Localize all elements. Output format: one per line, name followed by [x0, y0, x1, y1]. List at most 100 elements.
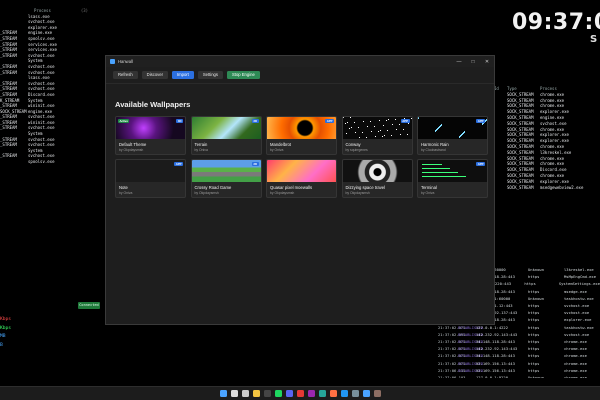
- connection-address: 52.169.156.13:443: [476, 367, 515, 373]
- wallpaper-title: Quasar pixel moewalls: [270, 185, 313, 190]
- hanwall-icon[interactable]: [362, 390, 370, 397]
- connection-state: ESTABLISHED: [458, 339, 484, 345]
- wallpaper-title: Harmonic Rain: [421, 142, 449, 147]
- conway-cell: [407, 123, 409, 124]
- app-icon-1[interactable]: [307, 390, 315, 397]
- connection-time: 21:37:02.071: [438, 339, 466, 345]
- connection-proto: [550, 374, 564, 378]
- conway-cell: [406, 134, 408, 135]
- right-row-process: msedgewebview2.exe: [540, 184, 584, 190]
- spotify-icon[interactable]: [274, 390, 282, 397]
- conway-cell: [383, 135, 385, 136]
- type-badge: APP: [400, 119, 410, 123]
- conway-cell: [382, 125, 384, 126]
- app-icon-4[interactable]: [351, 390, 359, 397]
- conway-cell: [358, 137, 360, 138]
- terminal-line: [422, 164, 442, 165]
- settings-button[interactable]: Settings: [197, 71, 223, 79]
- wallpaper-card[interactable]: APP Terminal by Oniva: [417, 159, 488, 198]
- connection-address: 142.232.92.143:443: [476, 346, 518, 352]
- wallpaper-author: by Oniva: [421, 191, 435, 195]
- connection-time: 21:37:02.071: [438, 353, 466, 359]
- wallpaper-thumbnail[interactable]: [267, 160, 336, 182]
- connection-state: [458, 374, 476, 378]
- conway-cell: [366, 126, 368, 127]
- left-process-row[interactable]: spoolsv.exe: [0, 159, 103, 165]
- conway-cell: [412, 128, 413, 129]
- wallpaper-author: by Oniva: [119, 191, 133, 195]
- wallpaper-card[interactable]: APP Note by Oniva: [115, 159, 186, 198]
- stop-engine-button[interactable]: Stop Engine: [226, 71, 260, 79]
- connection-row[interactable]: 21:37:06.103 127.0.0.1:9220 Unknown chrome.…: [438, 374, 600, 378]
- type-badge: APP: [476, 162, 485, 166]
- connected-button[interactable]: Connected: [78, 302, 100, 309]
- rain-dot: [418, 117, 419, 119]
- chrome-icon[interactable]: [296, 390, 304, 397]
- wallpaper-card[interactable]: APP Conway by squirrgenes: [341, 116, 413, 155]
- discord-icon[interactable]: [285, 390, 293, 397]
- connection-proto: [550, 338, 564, 345]
- connection-time: 21:37:06.103: [438, 375, 466, 378]
- file-explorer-icon[interactable]: [252, 390, 260, 397]
- connection-process: chrome.exe: [564, 339, 587, 345]
- connection-address: 52.169.156.13:443: [476, 360, 515, 366]
- wallpaper-card[interactable]: 3D Crossy Road Game by Okpdaysmsh: [190, 159, 262, 198]
- connection-row[interactable]: 21:37:02.071 ESTABLISHED 142.232.92.143:44…: [438, 345, 600, 352]
- wallpaper-card[interactable]: APP Mandelbrot by Oniva: [266, 116, 337, 155]
- search-icon[interactable]: [230, 390, 238, 397]
- connection-process: MsMpEngCmd.exe: [564, 274, 597, 280]
- wallpaper-card[interactable]: APP Harmonic Rain by Cloobastrand: [417, 116, 488, 155]
- wallpaper-card[interactable]: Dizzying space travel by Okpdaysmsh: [341, 159, 413, 198]
- connection-process: chrome.exe: [564, 353, 587, 359]
- connection-row[interactable]: 21:37:06.131 ESTABLISHED 52.169.156.13:443…: [438, 367, 600, 374]
- connection-status: https: [528, 317, 540, 323]
- connection-time: 21:37:02.091: [438, 331, 466, 337]
- app-icon-2[interactable]: [318, 390, 326, 397]
- wallpaper-title: Note: [119, 185, 128, 190]
- connection-time: 21:37:02.071: [438, 360, 466, 366]
- terminal-icon[interactable]: [263, 390, 271, 397]
- app-icon-3[interactable]: [329, 390, 337, 397]
- conway-cell: [377, 131, 379, 132]
- right-process-row[interactable]: SOCK_STREAM msedgewebview2.exe: [494, 185, 600, 191]
- conway-cell: [387, 119, 389, 120]
- discover-button[interactable]: Discover: [141, 71, 168, 79]
- active-badge: Active: [118, 119, 130, 123]
- connection-address: 34.148.118.28:443: [476, 339, 515, 345]
- wallpaper-card[interactable]: Quasar pixel moewalls by Okpdaysmsh: [266, 159, 337, 198]
- rain-dot: [464, 131, 465, 133]
- connection-process: svchost.exe: [564, 331, 590, 337]
- connection-row[interactable]: 21:37:02.071 ESTABLISHED 34.148.118.28:443…: [438, 352, 600, 359]
- maximize-icon[interactable]: □: [466, 56, 480, 67]
- task-view-icon[interactable]: [241, 390, 249, 397]
- type-badge: 3D: [251, 162, 259, 166]
- refresh-button[interactable]: Refresh: [113, 71, 138, 79]
- connection-proto: [550, 273, 564, 280]
- rain-dot: [437, 128, 438, 130]
- minimize-icon[interactable]: —: [452, 56, 466, 67]
- wallpaper-thumbnail[interactable]: [191, 160, 261, 182]
- wallpaper-title: Crossy Road Game: [194, 185, 232, 190]
- conway-cell: [344, 123, 346, 124]
- wallpaper-thumbnail[interactable]: [191, 117, 261, 139]
- wallpaper-thumbnail[interactable]: [342, 160, 412, 182]
- conway-cell: [390, 135, 392, 136]
- connection-row[interactable]: 21:37:02.071 ESTABLISHED 52.169.156.13:443…: [438, 360, 600, 367]
- start-icon[interactable]: [219, 390, 227, 397]
- wallpaper-title: Terminal: [421, 185, 437, 190]
- connection-state: ESTABLISHED: [458, 346, 484, 352]
- terminal-line: [422, 168, 450, 169]
- connection-status: Unknown: [528, 267, 545, 272]
- close-icon[interactable]: ✕: [480, 56, 494, 67]
- vscode-icon[interactable]: [340, 390, 348, 397]
- app-icon-5[interactable]: [373, 390, 381, 397]
- wallpaper-title: Conway: [345, 142, 361, 147]
- wallpaper-card[interactable]: 3D Terrain by Oniva: [190, 116, 262, 155]
- conway-cell: [373, 126, 375, 127]
- connection-status: https: [528, 324, 540, 330]
- connection-row[interactable]: 21:37:02.071 ESTABLISHED 34.148.118.28:443…: [438, 338, 600, 345]
- import-button[interactable]: Import: [171, 71, 194, 79]
- wallpaper-card[interactable]: Active 3D Default Theme by Okpdaysmsh: [115, 116, 186, 155]
- connection-row[interactable]: 21:37:02.091 ESTABLISHED 142.232.92.143:44…: [438, 331, 600, 338]
- connection-proto: [550, 295, 564, 302]
